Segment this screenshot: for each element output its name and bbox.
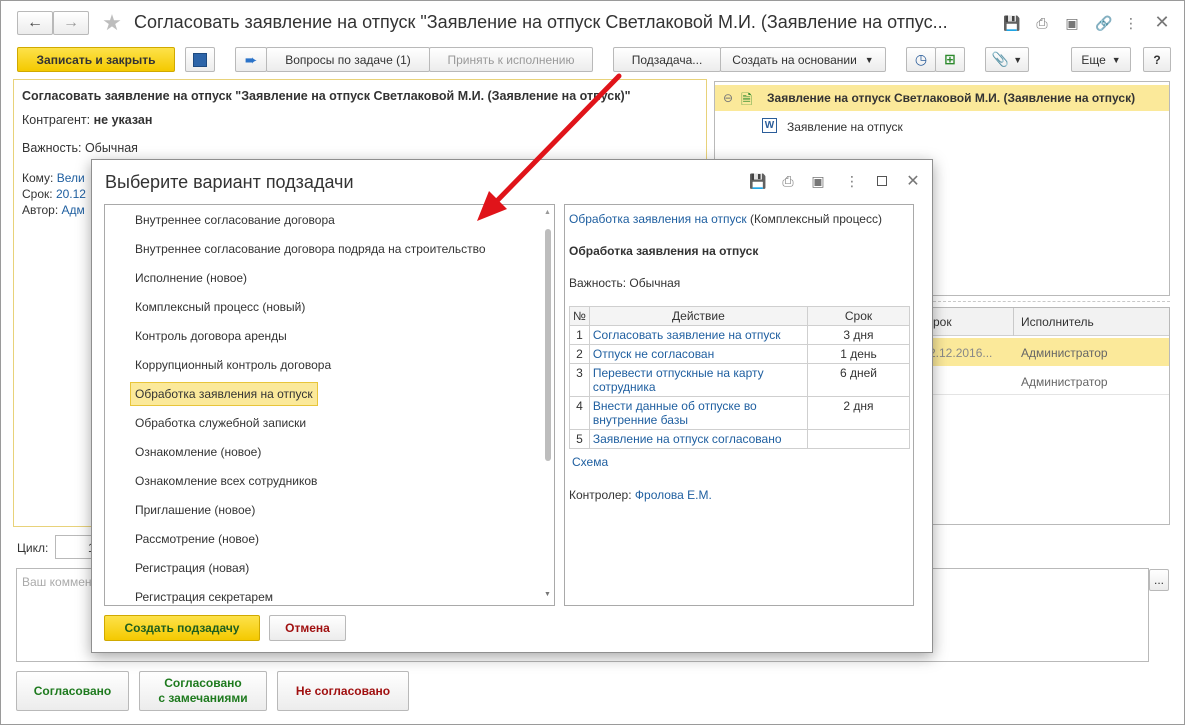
arrow-shaft	[488, 73, 622, 210]
red-arrow-annotation	[477, 73, 622, 221]
